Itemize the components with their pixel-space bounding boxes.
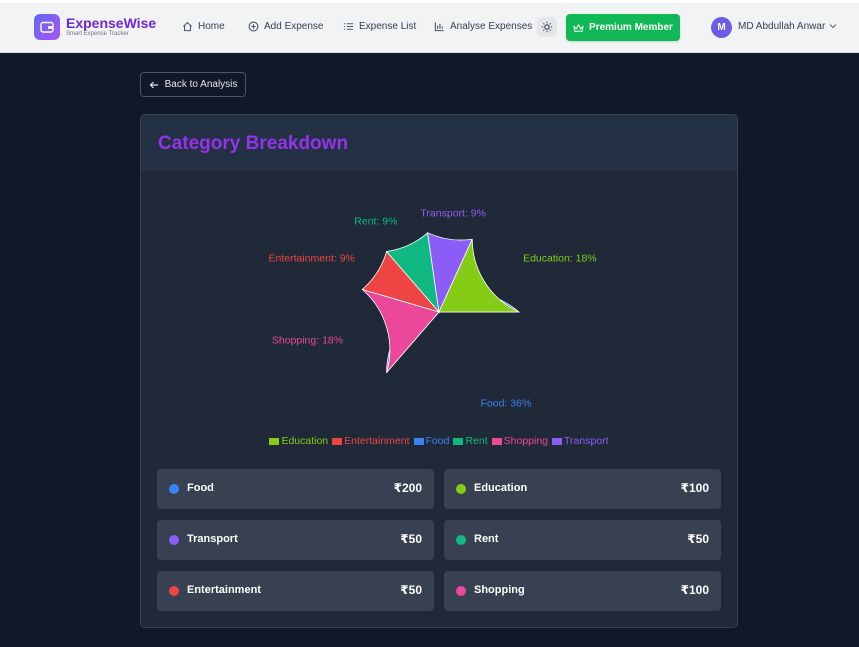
category-color-dot — [456, 484, 466, 494]
legend-label: Shopping — [503, 435, 549, 447]
category-tile-rent: Rent ₹50 — [444, 520, 721, 560]
legend-swatch — [413, 437, 424, 445]
category-name: Rent — [474, 533, 499, 545]
category-tile-food: Food ₹200 — [157, 469, 434, 509]
brand-name[interactable]: ExpenseWise — [66, 15, 156, 31]
arrow-left-icon — [149, 81, 158, 88]
category-amount: ₹50 — [687, 532, 709, 546]
category-amount: ₹200 — [393, 481, 422, 495]
legend-label: Transport — [564, 435, 609, 447]
category-tile-transport: Transport ₹50 — [157, 520, 434, 560]
category-tile-entertainment: Entertainment ₹50 — [157, 571, 434, 611]
legend-swatch — [332, 437, 343, 445]
legend-label: Food — [425, 435, 450, 447]
category-amount: ₹50 — [400, 583, 422, 597]
legend-label: Education — [281, 435, 329, 447]
legend-item-food[interactable]: Food — [413, 435, 450, 447]
legend-swatch — [491, 437, 502, 445]
pie-label-entertainment: Entertainment: 9% — [269, 252, 355, 264]
legend-label: Entertainment — [344, 435, 410, 447]
nav-home[interactable]: Home — [182, 21, 225, 32]
chart-legend: Education Entertainment Food Rent Shopping Tr… — [141, 435, 737, 447]
category-color-dot — [169, 535, 179, 545]
wallet-icon[interactable] — [34, 14, 60, 40]
legend-item-education[interactable]: Education — [269, 435, 328, 447]
bar-chart-icon — [434, 22, 444, 32]
nav-expense-list-label: Expense List — [359, 21, 417, 32]
category-tile-shopping: Shopping ₹100 — [444, 571, 721, 611]
pie-label-shopping: Shopping: 18% — [272, 335, 343, 347]
back-label: Back to Analysis — [164, 79, 238, 90]
brand-tagline: Smart Expense Tracker — [66, 31, 129, 37]
pie-chart: Food: 36% Shopping: 18% Entertainment: 9% R… — [269, 208, 597, 410]
category-name: Shopping — [474, 584, 525, 596]
premium-label: Premium Member — [589, 22, 673, 33]
nav-home-label: Home — [198, 21, 225, 32]
legend-item-entertainment[interactable]: Entertainment — [332, 435, 410, 447]
premium-member-button[interactable]: Premium Member — [566, 14, 680, 41]
sun-icon — [541, 21, 553, 33]
crown-icon — [573, 23, 584, 32]
category-tile-education: Education ₹100 — [444, 469, 721, 509]
home-icon — [182, 21, 193, 32]
legend-swatch — [552, 437, 563, 445]
back-to-analysis-button[interactable]: Back to Analysis — [140, 72, 246, 97]
category-color-dot — [169, 586, 179, 596]
nav-analyse-expenses[interactable]: Analyse Expenses — [434, 21, 532, 32]
pie-label-rent: Rent: 9% — [354, 216, 397, 228]
legend-item-transport[interactable]: Transport — [552, 435, 609, 447]
theme-toggle-button[interactable] — [537, 17, 557, 37]
legend-label: Rent — [465, 435, 488, 447]
top-navbar: ExpenseWise Smart Expense Tracker Home A… — [0, 0, 859, 53]
list-icon — [343, 23, 354, 30]
nav-analyse-label: Analyse Expenses — [450, 21, 533, 32]
category-name: Education — [474, 482, 528, 494]
plus-circle-icon — [248, 21, 259, 32]
category-color-dot — [169, 484, 179, 494]
legend-item-shopping[interactable]: Shopping — [491, 435, 549, 447]
chevron-down-icon[interactable] — [829, 23, 837, 29]
avatar[interactable]: M — [711, 17, 732, 38]
pie-label-education: Education: 18% — [523, 252, 597, 264]
nav-expense-list[interactable]: Expense List — [343, 21, 416, 32]
category-color-dot — [456, 586, 466, 596]
legend-swatch — [269, 437, 280, 445]
legend-item-rent[interactable]: Rent — [453, 435, 488, 447]
legend-swatch — [453, 437, 464, 445]
category-amount: ₹50 — [400, 532, 422, 546]
user-name[interactable]: MD Abdullah Anwar — [738, 21, 825, 32]
category-amount: ₹100 — [680, 481, 709, 495]
category-breakdown-card: Category Breakdown Food: 36% Shopping: 18… — [140, 114, 738, 628]
nav-add-expense-label: Add Expense — [264, 21, 324, 32]
category-name: Transport — [187, 533, 238, 545]
browser-edge — [0, 0, 859, 3]
category-name: Entertainment — [187, 584, 261, 596]
category-color-dot — [456, 535, 466, 545]
pie-label-transport: Transport: 9% — [420, 208, 486, 220]
category-name: Food — [187, 482, 214, 494]
pie-label-food: Food: 36% — [481, 398, 532, 410]
category-amount: ₹100 — [680, 583, 709, 597]
nav-add-expense[interactable]: Add Expense — [248, 21, 324, 32]
